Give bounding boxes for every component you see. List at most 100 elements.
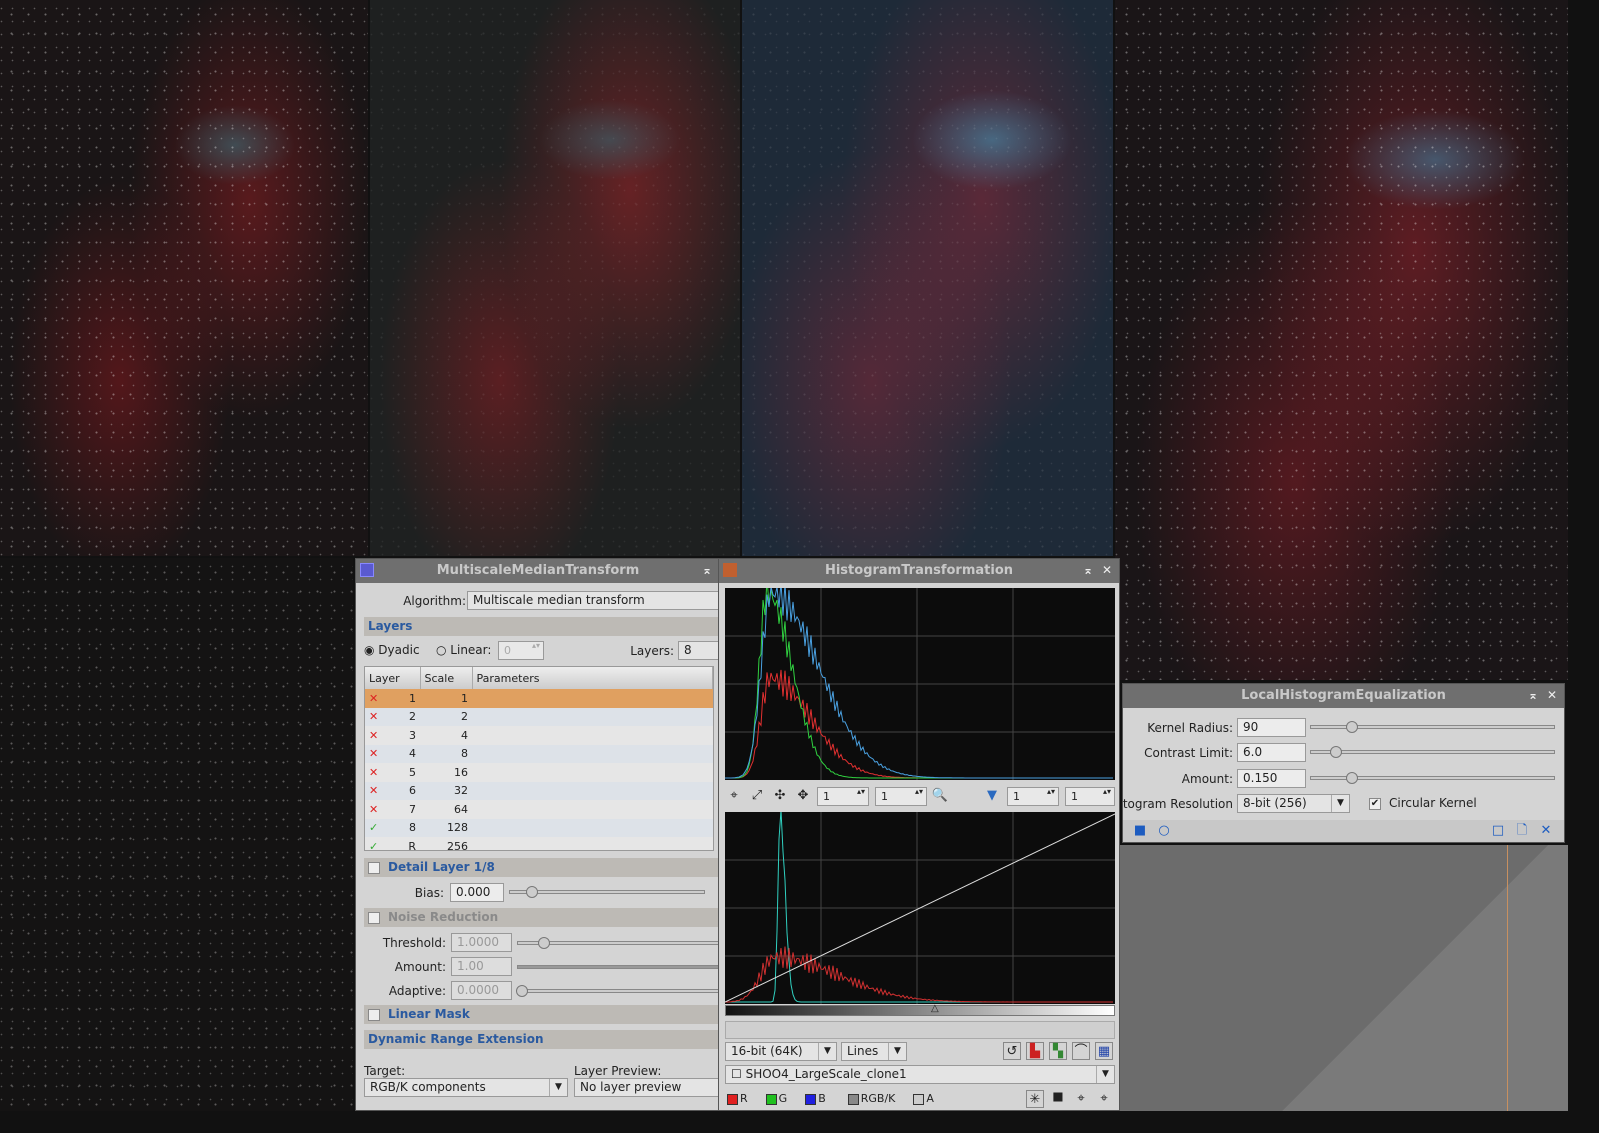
noise-reduction-section[interactable]: Noise Reduction — [364, 908, 718, 927]
close-icon[interactable]: ✕ — [1100, 563, 1114, 577]
channel-r-toggle[interactable]: R — [727, 1092, 748, 1105]
rgb-histogram-icon[interactable]: ▙ — [1026, 1042, 1044, 1060]
x-icon[interactable]: ✕ — [369, 803, 378, 816]
table-row[interactable]: ✕ 1 1 — [365, 689, 713, 708]
amount-slider[interactable] — [1310, 772, 1555, 784]
table-row[interactable]: ✕ 3 4 — [365, 726, 713, 745]
detail-layer-section[interactable]: Detail Layer 1/8 — [364, 858, 718, 877]
clip-highlights-icon[interactable]: ⌖ — [1072, 1090, 1090, 1108]
grid-icon[interactable]: ▦ — [1095, 1042, 1113, 1060]
algorithm-select[interactable]: Multiscale median transform — [467, 591, 722, 610]
output-zoom-h-spin[interactable]: 1 — [1007, 787, 1059, 806]
zoom-icon[interactable]: 🔍 — [931, 787, 949, 805]
zoom-reset-icon[interactable]: ✣ — [771, 787, 789, 805]
reset-icon[interactable]: ↺ — [1003, 1042, 1021, 1060]
track-view-icon[interactable]: ⌖ — [1095, 1090, 1113, 1108]
image-view-result[interactable] — [1115, 0, 1568, 680]
noise-reduction-checkbox[interactable] — [368, 911, 380, 924]
shade-icon[interactable]: ⌅ — [1081, 563, 1095, 577]
x-icon[interactable]: ✕ — [369, 692, 378, 705]
adaptive-slider[interactable] — [516, 985, 722, 997]
table-row[interactable]: ✓ R 256 — [365, 837, 713, 850]
contrast-limit-slider[interactable] — [1310, 746, 1555, 758]
amount-slider[interactable] — [517, 965, 722, 969]
circular-kernel-checkbox[interactable]: ✔ Circular Kernel — [1369, 796, 1477, 810]
layers-select[interactable]: 8 — [678, 641, 722, 660]
target-select[interactable]: RGB/K components ▼ — [364, 1078, 568, 1097]
check-icon[interactable]: ✓ — [369, 840, 378, 850]
channel-rgbk-toggle[interactable]: RGB/K — [847, 1092, 895, 1105]
curve-icon[interactable]: ⌒ — [1072, 1042, 1090, 1060]
view-select[interactable]: ☐ SHOO4_LargeScale_clone1 ▼ — [725, 1065, 1115, 1084]
contrast-limit-field[interactable]: 6.0 — [1237, 743, 1306, 762]
x-icon[interactable]: ✕ — [369, 747, 378, 760]
image-view-original[interactable] — [0, 0, 368, 556]
table-row[interactable]: ✕ 5 16 — [365, 763, 713, 782]
crosshair-icon[interactable]: ⌖ — [725, 787, 743, 805]
image-view-large-scale[interactable] — [370, 0, 740, 556]
channel-a-toggle[interactable]: A — [913, 1092, 934, 1105]
layers-table[interactable]: Layer Scale Parameters ✕ 1 1 ✕ 2 2 ✕ 3 4 ✕ 4 8 ✕ 5 16 ✕… — [364, 666, 714, 851]
table-row[interactable]: ✕ 6 32 — [365, 781, 713, 800]
horizontal-zoom-spin[interactable]: 1 — [817, 787, 869, 806]
x-icon[interactable]: ✕ — [369, 784, 378, 797]
new-instance-icon[interactable]: ■ — [1131, 822, 1149, 840]
x-icon[interactable]: ✕ — [369, 766, 378, 779]
threshold-slider[interactable] — [517, 937, 722, 949]
auto-clip-icon[interactable]: ✳ — [1026, 1090, 1044, 1108]
amount-field[interactable]: 0.150 — [1237, 769, 1306, 788]
detail-layer-checkbox[interactable] — [368, 861, 380, 874]
linear-radio[interactable]: ○ Linear: — [436, 643, 491, 657]
vertical-zoom-spin[interactable]: 1 — [875, 787, 927, 806]
shade-icon[interactable]: ⌅ — [1526, 688, 1540, 702]
threshold-field[interactable]: 1.0000 — [451, 933, 512, 952]
table-row[interactable]: ✕ 4 8 — [365, 744, 713, 763]
close-icon[interactable]: ✕ — [1545, 688, 1559, 702]
x-icon[interactable]: ✕ — [369, 710, 378, 723]
dre-section[interactable]: Dynamic Range Extension — [364, 1030, 718, 1049]
kernel-radius-slider[interactable] — [1310, 721, 1555, 733]
linear-spinbox[interactable]: 0 — [498, 641, 544, 660]
mmt-title-bar[interactable]: MultiscaleMedianTransform ⌅ — [356, 559, 720, 583]
apply-global-icon[interactable]: ○ — [1155, 822, 1173, 840]
output-zoom-v-spin[interactable]: 1 — [1065, 787, 1115, 806]
preview-icon[interactable]: □ — [1489, 822, 1507, 840]
table-row[interactable]: ✓ 8 128 — [365, 818, 713, 837]
linear-mask-checkbox[interactable] — [368, 1008, 380, 1021]
bias-field[interactable]: 0.000 — [450, 883, 504, 902]
ht-title-bar[interactable]: HistogramTransformation ⌅ ✕ — [719, 559, 1119, 583]
histogram-mode-icon[interactable]: ▚ — [1049, 1042, 1067, 1060]
kernel-radius-field[interactable]: 90 — [1237, 718, 1306, 737]
clip-shadows-icon[interactable]: ⯀ — [1049, 1090, 1067, 1108]
output-histogram[interactable] — [725, 812, 1115, 1004]
reset-icon[interactable]: ✕ — [1537, 822, 1555, 840]
output-arrow-icon[interactable]: ▼ — [983, 787, 1001, 805]
pan-icon[interactable]: ✥ — [794, 787, 812, 805]
graph-style-select[interactable]: Lines ▼ — [841, 1042, 907, 1061]
documentation-icon[interactable]: 🗋 — [1513, 822, 1531, 840]
layer-preview-select[interactable]: No layer preview — [574, 1078, 722, 1097]
resolution-select[interactable]: 16-bit (64K) ▼ — [725, 1042, 837, 1061]
column-header[interactable]: Scale — [420, 667, 473, 689]
midtones-handle-icon[interactable]: △ — [931, 1003, 939, 1014]
column-header[interactable]: Parameters — [472, 667, 713, 689]
image-view-stretched[interactable] — [742, 0, 1113, 556]
channel-g-toggle[interactable]: G — [765, 1092, 787, 1105]
bias-slider[interactable] — [509, 886, 705, 898]
adaptive-field[interactable]: 0.0000 — [451, 981, 512, 1000]
table-row[interactable]: ✕ 7 64 — [365, 800, 713, 819]
zoom-fit-icon[interactable]: ⤢ — [748, 787, 766, 805]
check-icon[interactable]: ✓ — [369, 821, 378, 834]
input-histogram[interactable] — [725, 588, 1115, 780]
lhe-title-bar[interactable]: LocalHistogramEqualization ⌅ ✕ — [1123, 684, 1564, 708]
amount-field[interactable]: 1.00 — [451, 957, 512, 976]
midtones-slider[interactable]: △ — [725, 1003, 1115, 1016]
dyadic-radio[interactable]: ◉ Dyadic — [364, 643, 420, 657]
layers-section[interactable]: Layers — [364, 617, 718, 636]
image-view-stars[interactable] — [0, 558, 353, 1111]
column-header[interactable]: Layer — [365, 667, 421, 689]
x-icon[interactable]: ✕ — [369, 729, 378, 742]
histogram-resolution-select[interactable]: 8-bit (256) ▼ — [1237, 794, 1350, 813]
channel-b-toggle[interactable]: B — [805, 1092, 826, 1105]
shade-icon[interactable]: ⌅ — [700, 563, 714, 577]
